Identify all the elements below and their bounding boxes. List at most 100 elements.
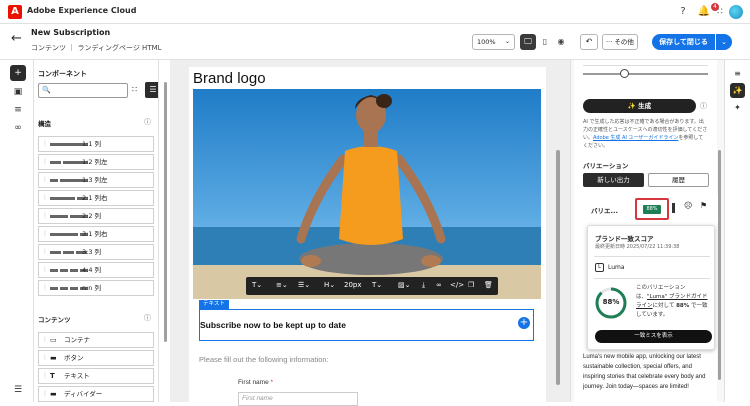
undo-button[interactable]: ↶	[580, 34, 598, 50]
structure-item[interactable]: ⋮ n:n 列	[38, 280, 154, 296]
text-color-icon[interactable]: T⌄	[372, 281, 382, 289]
image-icon[interactable]: ▨⌄	[398, 281, 410, 289]
content-item[interactable]: ⋮ ▬ ディバイダー	[38, 386, 154, 402]
first-name-input[interactable]: First name	[238, 392, 358, 406]
generate-button[interactable]: ✨ 生成	[583, 99, 696, 113]
info-icon[interactable]: ⓘ	[700, 101, 707, 111]
drag-handle-icon[interactable]: ⋮	[42, 173, 48, 187]
layers-icon[interactable]: ≡	[10, 102, 26, 118]
variations-label: バリエーション	[583, 162, 629, 170]
ai-assistant-icon[interactable]: ✨	[730, 83, 745, 98]
selected-text-block[interactable]: Subscribe now to be kept up to date	[199, 309, 534, 341]
structure-item[interactable]: ⋮ 2:1 列右	[38, 190, 154, 206]
drag-handle-icon[interactable]: ⋮	[42, 333, 48, 347]
structure-item[interactable]: ⋮ 1:3 列左	[38, 172, 154, 188]
apps-grid-icon[interactable]: ∷	[713, 5, 727, 19]
panel-scrollbar[interactable]	[718, 150, 721, 380]
show-mismatches-button[interactable]: 一致ミスを表示	[595, 330, 712, 343]
info-icon[interactable]: ⓘ	[144, 313, 151, 323]
structure-item[interactable]: ⋮ 1:1 列	[38, 136, 154, 152]
back-arrow-icon[interactable]: ←	[11, 31, 22, 46]
bell-icon[interactable]: 🔔	[697, 5, 711, 19]
mobile-view-icon[interactable]: ▯	[537, 34, 553, 50]
structure-item[interactable]: ⋮ 1:2 列左	[38, 154, 154, 170]
tone-slider-handle[interactable]	[620, 69, 629, 78]
drag-handle-icon[interactable]: ⋮	[42, 137, 48, 151]
first-name-label: First name *	[238, 379, 273, 386]
save-and-close-button[interactable]: 保存して閉じる	[652, 34, 715, 50]
personalize-icon[interactable]: ⤓	[422, 281, 425, 290]
content-item[interactable]: ⋮ T テキスト	[38, 368, 154, 384]
structure-item[interactable]: ⋮ 3:1 列右	[38, 226, 154, 242]
help-icon[interactable]: ?	[676, 5, 690, 19]
link-icon[interactable]: ∞	[10, 120, 26, 136]
structure-item[interactable]: ⋮ 4:4 列	[38, 262, 154, 278]
brand-icon: L	[595, 263, 604, 272]
container-icon: ▭	[50, 336, 57, 344]
drag-handle-icon[interactable]: ⋮	[42, 227, 48, 241]
components-scrollbar[interactable]	[164, 82, 167, 342]
drag-handle-icon[interactable]: ⋮	[42, 281, 48, 295]
avatar[interactable]	[729, 5, 743, 19]
generate-label: 生成	[638, 102, 652, 110]
settings-icon[interactable]: ☰	[10, 382, 26, 398]
zoom-select[interactable]: 100% ⌄	[472, 34, 515, 50]
heading-icon[interactable]: H⌄	[324, 281, 335, 289]
text-style-icon[interactable]: T⌄	[252, 281, 262, 289]
drag-handle-icon[interactable]: ⋮	[42, 263, 48, 277]
slider-labels	[583, 60, 708, 66]
properties-icon[interactable]: ≡	[730, 66, 745, 81]
variation-name: バリエ...	[591, 207, 618, 215]
panel-content: ✨ 生成 ⓘ AI で生成した応答は不正確である場合があります。出力の正確性とユ…	[574, 60, 721, 402]
drag-handle-icon[interactable]: ⋮	[42, 191, 48, 205]
list-icon[interactable]: ☰⌄	[298, 281, 310, 289]
font-size-select[interactable]: 20px	[344, 281, 362, 289]
align-icon[interactable]: ≡⌄	[276, 281, 288, 289]
component-search-input[interactable]: 🔍	[38, 83, 128, 98]
structure-item[interactable]: ⋮ 3:3 列	[38, 244, 154, 260]
brand-logo[interactable]: Brand logo	[193, 70, 266, 87]
more-button[interactable]: ··· その他	[602, 34, 638, 50]
drag-handle-icon[interactable]: ⋮	[42, 155, 48, 169]
duplicate-icon[interactable]: ❐	[468, 281, 474, 289]
guidelines-link[interactable]: Adobe 生成 AI ユーザーガイドライン	[593, 135, 678, 141]
structure-item[interactable]: ⋮ 2:2 列	[38, 208, 154, 224]
delete-icon[interactable]: 🗑	[484, 281, 493, 289]
add-component-button[interactable]: +	[518, 317, 530, 329]
email-body: Brand logo T⌄ ≡⌄ ☰⌄ H⌄ 20px T⌄ ▨⌄ ⤓ ∞ </…	[189, 67, 546, 406]
content-item[interactable]: ⋮ ▬ ボタン	[38, 350, 154, 366]
brand-score-button[interactable]: 88%	[635, 198, 669, 220]
divider	[594, 278, 710, 279]
hero-image[interactable]	[193, 89, 541, 299]
flag-icon[interactable]: ⚑	[700, 201, 707, 210]
link-icon[interactable]: ∞	[436, 281, 442, 289]
text-block-tag: テキスト	[199, 300, 229, 309]
desktop-view-icon[interactable]: 🖵	[520, 34, 536, 50]
grid-view-icon[interactable]: ∷	[132, 85, 137, 94]
drag-handle-icon[interactable]: ⋮	[42, 387, 48, 401]
content-item[interactable]: ⋮ ▭ コンテナ	[38, 332, 154, 348]
assets-icon[interactable]: ▣	[10, 84, 26, 100]
content-item-label: コンテナ	[64, 336, 90, 344]
list-view-icon[interactable]: ☰	[145, 82, 158, 98]
variation-body-copy: Luma's new mobile app, unlocking our lat…	[583, 354, 706, 390]
magic-wand-icon[interactable]: ✦	[730, 100, 745, 115]
drag-handle-icon[interactable]: ⋮	[42, 369, 48, 383]
tab-new-output[interactable]: 新しい出力	[583, 173, 644, 187]
preview-eye-icon[interactable]: ◉	[553, 34, 569, 50]
info-icon[interactable]: ⓘ	[144, 117, 151, 127]
variation-card[interactable]: バリエ... 88% ☹ ⚑	[583, 195, 721, 223]
save-dropdown-button[interactable]: ⌄	[716, 34, 732, 50]
tab-history[interactable]: 履歴	[648, 173, 709, 187]
headline[interactable]: Subscribe now to be kept up to date	[200, 320, 346, 330]
add-icon[interactable]: +	[10, 65, 26, 81]
drag-handle-icon[interactable]: ⋮	[42, 245, 48, 259]
drag-handle-icon[interactable]: ⋮	[42, 209, 48, 223]
tone-slider-track[interactable]	[583, 73, 708, 75]
canvas-scrollbar[interactable]	[556, 150, 560, 385]
thumbs-down-icon[interactable]: ☹	[684, 201, 692, 210]
code-icon[interactable]: </>	[450, 281, 464, 289]
button-icon: ▬	[50, 354, 57, 362]
drag-handle-icon[interactable]: ⋮	[42, 351, 48, 365]
adobe-logo-icon[interactable]: A	[8, 5, 22, 19]
